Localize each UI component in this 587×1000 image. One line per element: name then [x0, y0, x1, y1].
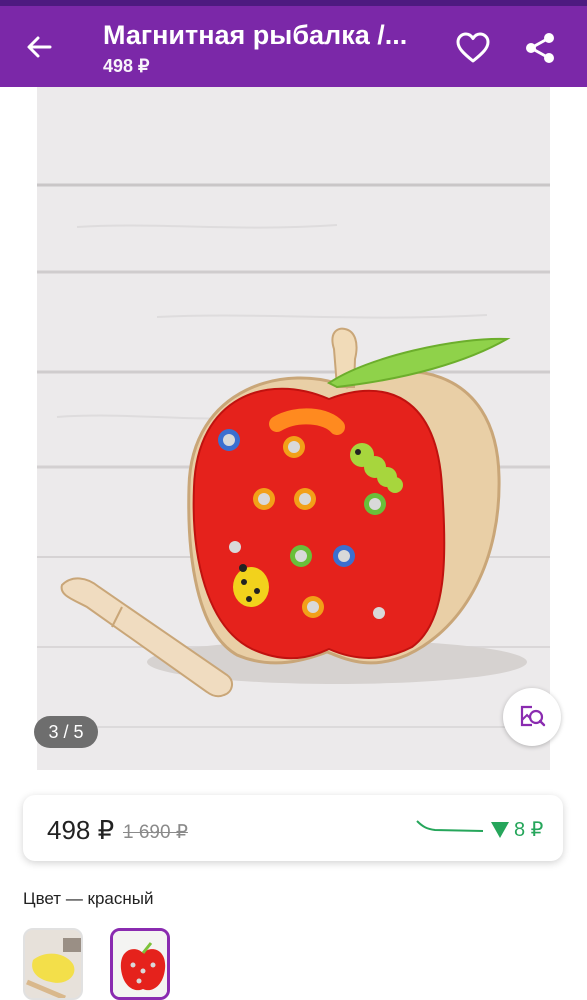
color-swatch-1[interactable]	[23, 928, 83, 1000]
product-photo	[37, 87, 550, 770]
share-icon[interactable]	[523, 31, 557, 65]
image-search-icon	[520, 705, 546, 727]
app-bar: Магнитная рыбалка /... 498 ₽	[0, 6, 587, 87]
swatch-thumbnail-red	[113, 931, 167, 997]
swatch-thumbnail-yellow	[25, 930, 81, 998]
price-card: 498 ₽ 1 690 ₽ 8 ₽	[23, 795, 563, 861]
price-drop-value: 8 ₽	[514, 819, 544, 841]
heart-icon[interactable]	[456, 32, 490, 64]
price-drop-arrow-icon	[491, 822, 509, 838]
image-search-button[interactable]	[503, 688, 561, 746]
image-counter: 3 / 5	[34, 716, 98, 748]
old-price: 1 690 ₽	[123, 822, 188, 843]
color-swatch-2-selected[interactable]	[110, 928, 170, 1000]
color-label: Цвет — красный	[23, 889, 154, 908]
current-price: 498 ₽	[47, 815, 115, 845]
header-price: 498 ₽	[103, 56, 150, 76]
product-title: Магнитная рыбалка /...	[103, 20, 408, 50]
product-image-gallery[interactable]	[37, 87, 550, 770]
price-history-sparkline[interactable]	[415, 817, 485, 837]
back-arrow-icon[interactable]	[24, 32, 54, 62]
